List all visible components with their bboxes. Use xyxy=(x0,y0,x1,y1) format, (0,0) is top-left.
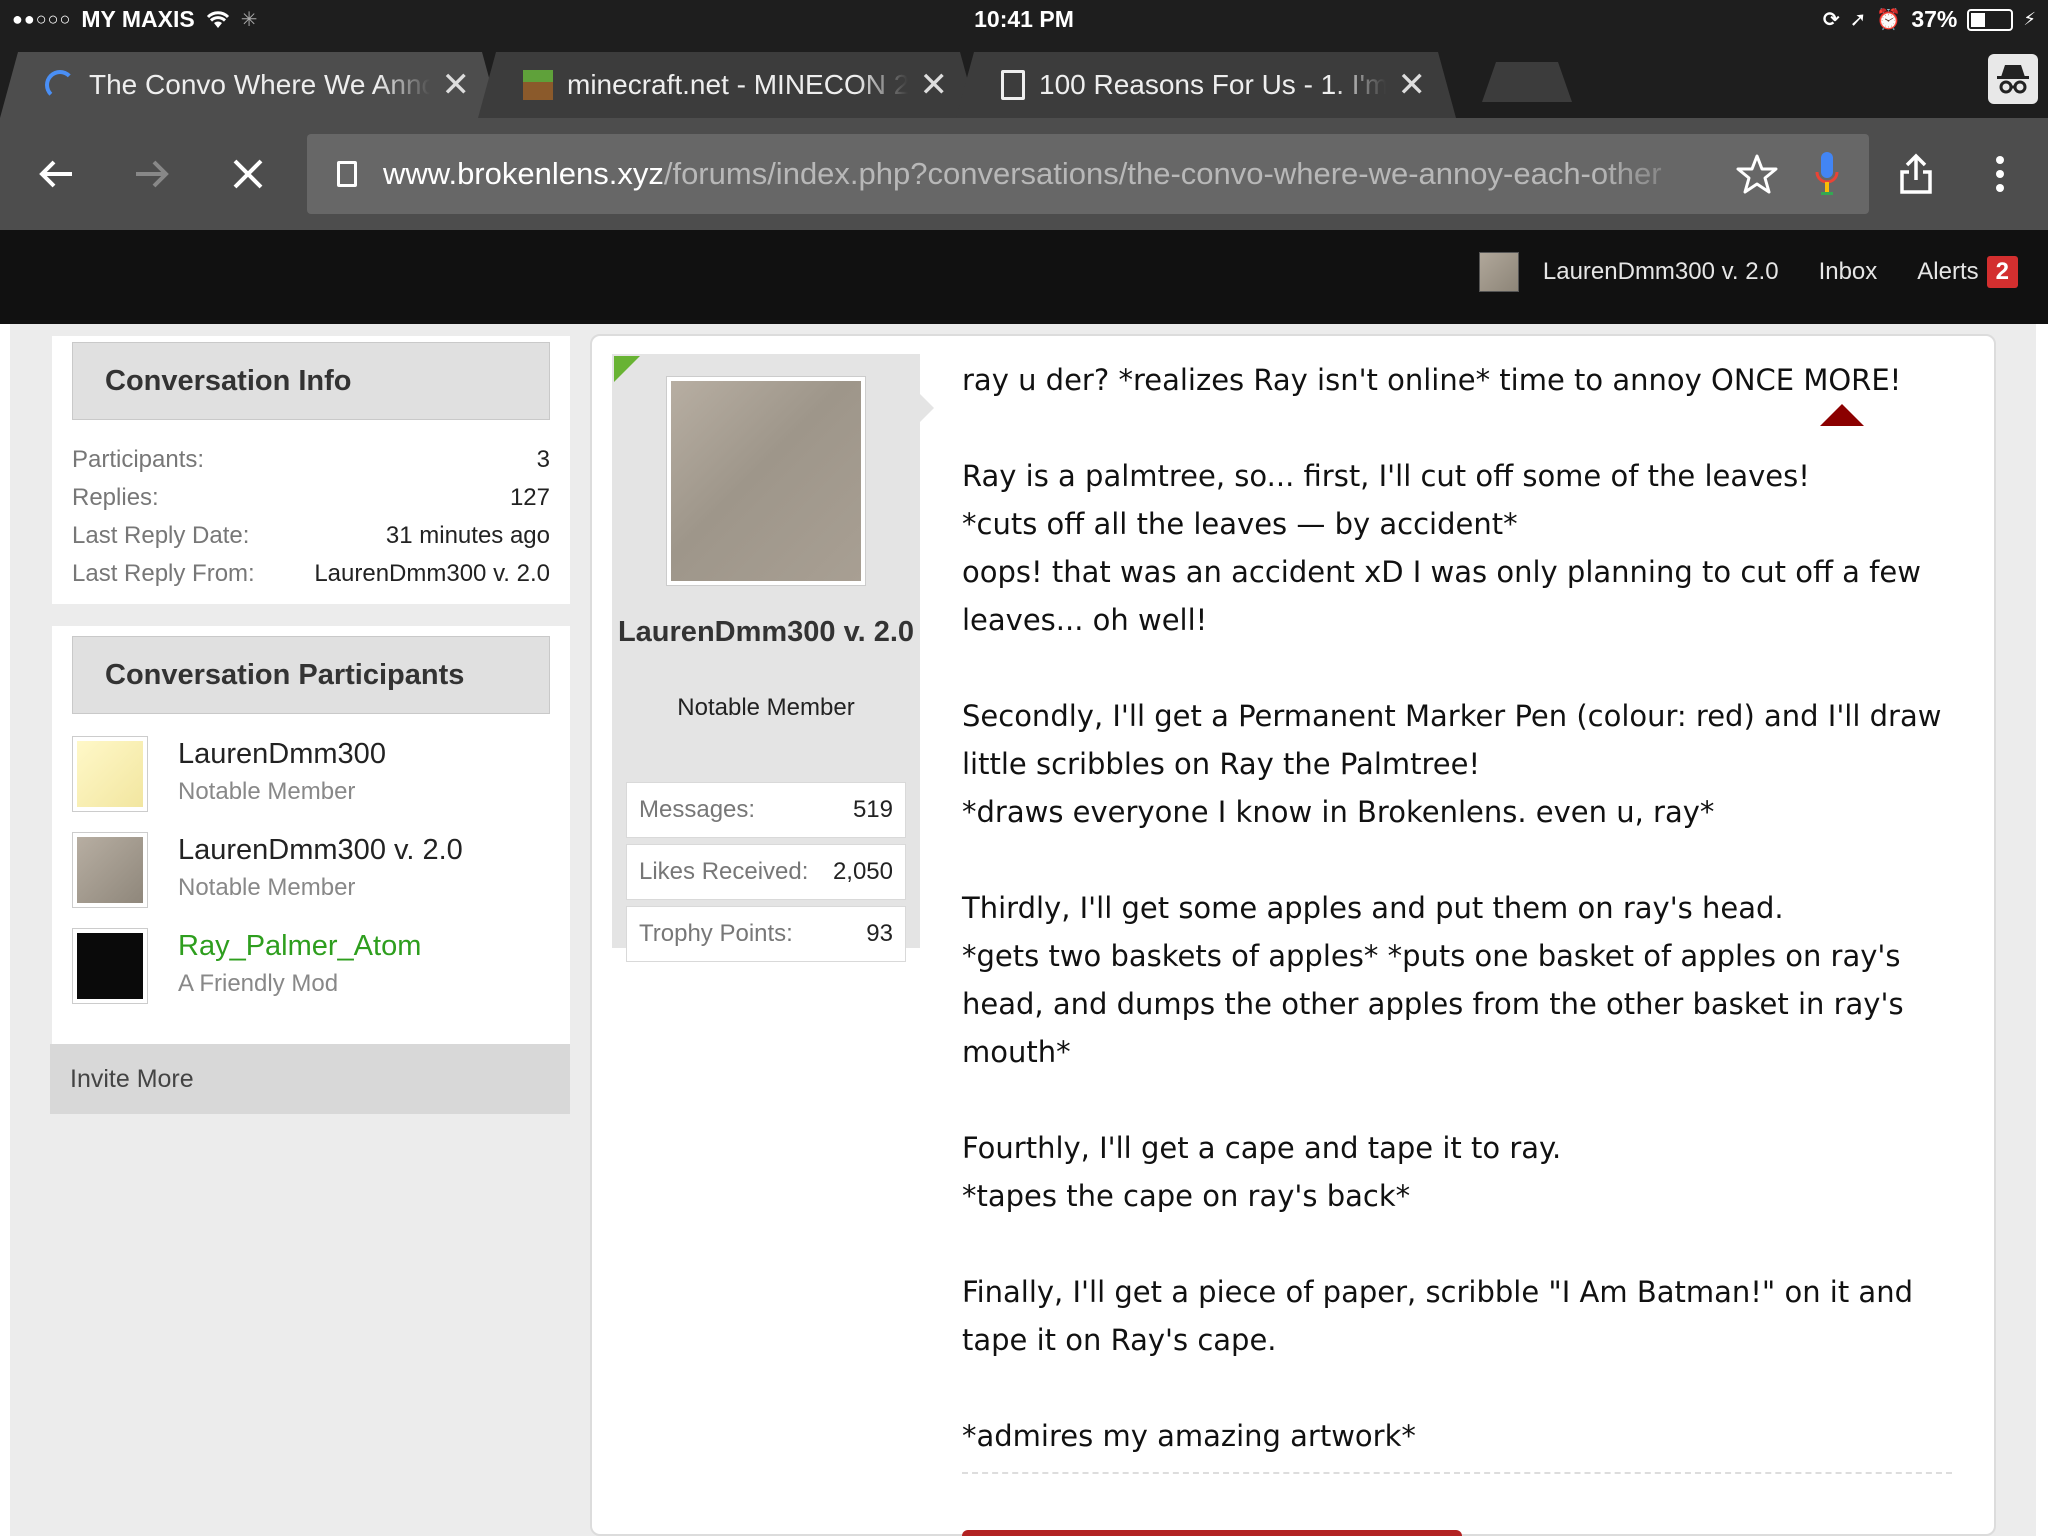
alerts-label: Alerts xyxy=(1917,258,1979,285)
participant-item[interactable]: Ray_Palmer_Atom A Friendly Mod xyxy=(72,928,550,1008)
replies-count-row: Replies: 127 xyxy=(72,484,550,511)
share-button[interactable] xyxy=(1888,146,1944,202)
more-vert-icon xyxy=(1996,156,2004,192)
trophy-points-stat: Trophy Points: 93 xyxy=(626,906,906,962)
address-bar[interactable]: www.brokenlens.xyz/forums/index.php?conv… xyxy=(307,134,1869,214)
charging-icon: ⚡ xyxy=(2023,9,2036,29)
browser-toolbar: www.brokenlens.xyz/forums/index.php?conv… xyxy=(0,118,2048,230)
account-link[interactable]: LaurenDmm300 v. 2.0 xyxy=(1543,258,1779,286)
message-user-info: LaurenDmm300 v. 2.0 Notable Member Messa… xyxy=(612,354,920,1272)
message-paragraph: Fourthly, I'll get a cape and tape it to… xyxy=(962,1131,1562,1213)
participant-item[interactable]: LaurenDmm300 v. 2.0 Notable Member xyxy=(72,832,550,912)
alerts-link[interactable]: Alerts 2 xyxy=(1917,256,2018,288)
forward-arrow-icon xyxy=(136,160,169,188)
close-tab-icon[interactable]: ✕ xyxy=(920,65,949,105)
conversation-participants-panel: Conversation Participants LaurenDmm300 N… xyxy=(52,626,570,1114)
message-paragraph: Thirdly, I'll get some apples and put th… xyxy=(962,891,1904,1069)
site-header: LaurenDmm300 v. 2.0 Inbox Alerts 2 xyxy=(0,230,2048,324)
rotation-lock-icon: ⟳ xyxy=(1822,9,1840,31)
message-paragraph: Secondly, I'll get a Permanent Marker Pe… xyxy=(962,699,1942,829)
inbox-link[interactable]: Inbox xyxy=(1819,258,1878,286)
message-paragraph: ray u der? *realizes Ray isn't online* t… xyxy=(962,363,1902,397)
message-body: ray u der? *realizes Ray isn't online* t… xyxy=(962,356,1968,1460)
bookmark-star-icon[interactable] xyxy=(1735,152,1779,196)
author-title: Notable Member xyxy=(677,694,855,721)
incognito-icon xyxy=(1997,65,2029,94)
alerts-count-badge: 2 xyxy=(1986,256,2018,288)
messages-stat: Messages: 519 xyxy=(626,782,906,838)
message-paragraph: Ray is a palmtree, so... first, I'll cut… xyxy=(962,459,1921,637)
participant-role: Notable Member xyxy=(178,778,356,805)
conversation-info-heading: Conversation Info xyxy=(72,342,550,420)
author-name[interactable]: LaurenDmm300 v. 2.0 xyxy=(612,614,920,650)
page-info-icon xyxy=(337,161,357,187)
participant-avatar[interactable] xyxy=(72,928,148,1004)
conversation-info-panel: Conversation Info Participants: 3 Replies… xyxy=(52,336,570,604)
last-reply-from-row: Last Reply From: LaurenDmm300 v. 2.0 xyxy=(72,560,550,587)
share-icon xyxy=(1900,153,1932,194)
participant-role: A Friendly Mod xyxy=(178,970,339,997)
tab-strip: The Convo Where We Annoy Each Other ✕ mi… xyxy=(0,40,2048,118)
back-button[interactable] xyxy=(28,146,84,202)
participant-name[interactable]: LaurenDmm300 v. 2.0 xyxy=(178,834,463,867)
reply-button[interactable] xyxy=(962,1530,1462,1536)
close-icon xyxy=(233,159,263,189)
alarm-icon: ⏰ xyxy=(1876,9,1902,31)
last-reply-date-row: Last Reply Date: 31 minutes ago xyxy=(72,522,550,549)
forward-button[interactable] xyxy=(124,146,180,202)
location-icon: ➚ xyxy=(1849,9,1867,31)
likes-stat: Likes Received: 2,050 xyxy=(626,844,906,900)
tab-100-reasons[interactable]: 100 Reasons For Us - 1. I'm ✕ xyxy=(956,52,1456,118)
back-arrow-icon xyxy=(39,160,72,188)
loading-spinner-icon xyxy=(45,70,75,100)
message-divider xyxy=(962,1472,1952,1474)
user-avatar[interactable] xyxy=(1478,252,1519,292)
battery-percent: 37% xyxy=(1911,6,1958,32)
minecraft-grass-icon xyxy=(523,70,553,100)
participant-name[interactable]: LaurenDmm300 xyxy=(178,738,386,771)
new-message-indicator xyxy=(614,356,640,382)
message-paragraph: Finally, I'll get a piece of paper, scri… xyxy=(962,1275,1913,1357)
invite-more-button[interactable]: Invite More xyxy=(50,1044,570,1114)
page-icon xyxy=(1001,70,1025,100)
menu-button[interactable] xyxy=(1972,146,2028,202)
close-tab-icon[interactable]: ✕ xyxy=(442,65,471,105)
new-tab-button[interactable] xyxy=(1482,62,1572,102)
tab-minecraft[interactable]: minecraft.net - MINECON 2016 ✕ xyxy=(478,52,978,118)
participants-count-row: Participants: 3 xyxy=(72,446,550,473)
close-tab-icon[interactable]: ✕ xyxy=(1398,65,1427,105)
author-avatar[interactable] xyxy=(666,376,866,586)
participant-item[interactable]: LaurenDmm300 Notable Member xyxy=(72,736,550,816)
message-paragraph: *admires my amazing artwork* xyxy=(962,1419,1416,1453)
stop-loading-button[interactable] xyxy=(220,146,276,202)
tab-title: minecraft.net - MINECON 2016 xyxy=(567,69,908,100)
microphone-icon[interactable] xyxy=(1815,150,1839,196)
incognito-button[interactable] xyxy=(1988,54,2038,104)
tab-conversation[interactable]: The Convo Where We Annoy Each Other ✕ xyxy=(0,52,500,118)
status-bar: ●●○○○ MY MAXIS ✳ 10:41 PM ⟳ ➚ ⏰ 37% ⚡ xyxy=(0,0,2048,40)
message-arrow xyxy=(920,394,934,422)
battery-icon xyxy=(1967,8,2014,31)
tab-title: 100 Reasons For Us - 1. I'm xyxy=(1039,69,1386,100)
participant-name[interactable]: Ray_Palmer_Atom xyxy=(178,930,421,963)
clock: 10:41 PM xyxy=(974,6,1074,32)
unread-marker-icon xyxy=(1820,404,1864,426)
participants-heading: Conversation Participants xyxy=(72,636,550,714)
participant-avatar[interactable] xyxy=(72,832,148,908)
url-text[interactable]: www.brokenlens.xyz/forums/index.php?conv… xyxy=(383,156,1703,192)
tab-title: The Convo Where We Annoy Each Other xyxy=(89,69,430,100)
participant-avatar[interactable] xyxy=(72,736,148,812)
participant-role: Notable Member xyxy=(178,874,356,901)
